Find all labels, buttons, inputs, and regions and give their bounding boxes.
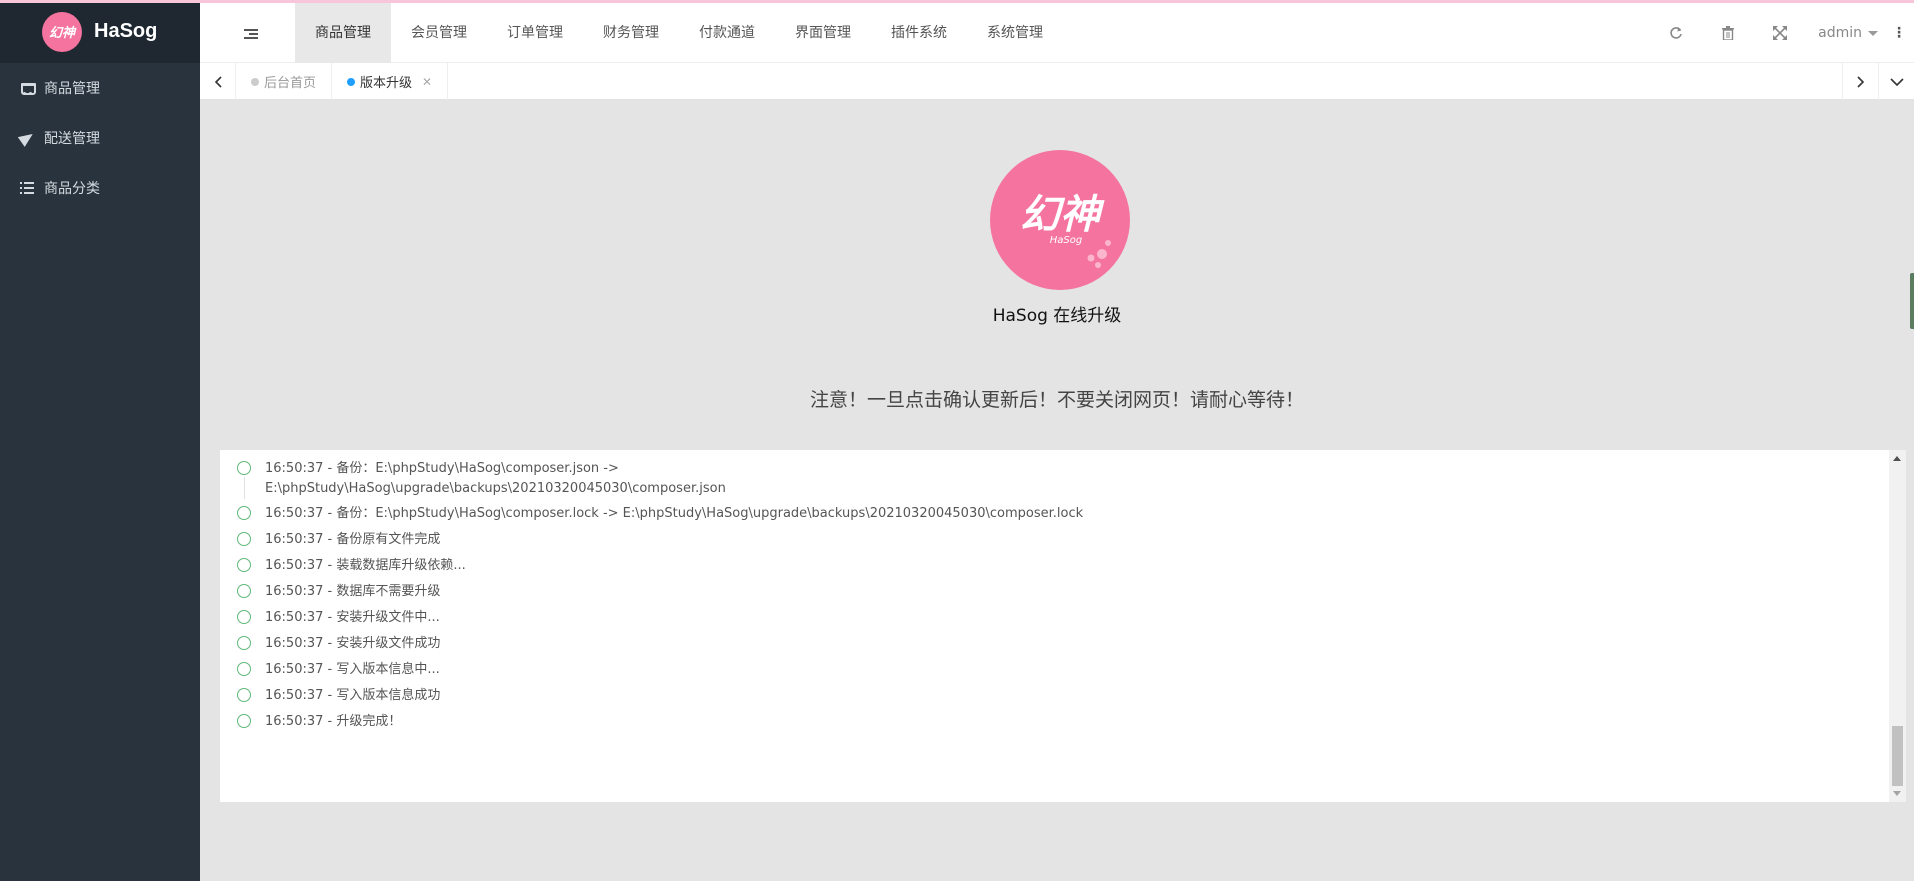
- nav-item-orders[interactable]: 订单管理: [487, 3, 583, 63]
- timeline-circle-icon: [237, 714, 251, 728]
- timeline-circle-icon: [237, 532, 251, 546]
- more-vertical-icon[interactable]: ⋮: [1884, 3, 1914, 63]
- tab-dot: [347, 77, 356, 86]
- nav-item-plugins[interactable]: 插件系统: [871, 3, 967, 63]
- close-icon[interactable]: ✕: [422, 75, 432, 89]
- scroll-up-arrow-icon[interactable]: [1893, 456, 1901, 461]
- timeline-circle-icon: [237, 558, 251, 572]
- top-header: 商品管理 会员管理 订单管理 财务管理 付款通道 界面管理 插件系统 系统管理 …: [200, 3, 1914, 63]
- tab-upgrade[interactable]: 版本升级 ✕: [332, 63, 449, 100]
- tab-home[interactable]: 后台首页: [236, 63, 333, 100]
- menu-toggle-icon[interactable]: [244, 29, 258, 39]
- top-nav: 商品管理 会员管理 订单管理 财务管理 付款通道 界面管理 插件系统 系统管理: [295, 3, 1063, 63]
- logo-subtext: HaSog: [1050, 235, 1082, 246]
- log-scrollbar[interactable]: [1889, 450, 1906, 802]
- log-entry: 16:50:37 - 升级完成！: [220, 712, 1860, 732]
- cart-icon: [20, 81, 36, 95]
- logo-mark-text: 幻神: [1020, 192, 1105, 238]
- user-menu[interactable]: admin: [1806, 25, 1884, 41]
- caret-down-icon: [1868, 30, 1878, 36]
- username: admin: [1818, 25, 1862, 41]
- log-entry-text: 16:50:37 - 数据库不需要升级: [265, 584, 441, 599]
- tabs-scroll-right-button[interactable]: [1842, 63, 1878, 100]
- log-entry: 16:50:37 - 备份：E:\phpStudy\HaSog\composer…: [220, 459, 740, 499]
- trash-icon[interactable]: [1702, 3, 1754, 63]
- nav-item-finance[interactable]: 财务管理: [583, 3, 679, 63]
- brand-logo[interactable]: 幻神 HaSog: [0, 0, 200, 63]
- nav-item-members[interactable]: 会员管理: [391, 3, 487, 63]
- log-entry: 16:50:37 - 安装升级文件中...: [220, 608, 1860, 628]
- timeline-circle-icon: [237, 584, 251, 598]
- sidebar-item-label: 商品分类: [44, 181, 100, 197]
- log-entry: 16:50:37 - 备份原有文件完成: [220, 530, 1860, 550]
- sidebar-item-label: 配送管理: [44, 131, 100, 147]
- log-entry-text: 16:50:37 - 装载数据库升级依赖...: [265, 558, 466, 573]
- nav-item-system[interactable]: 系统管理: [967, 3, 1063, 63]
- log-entry-text: 16:50:37 - 安装升级文件成功: [265, 636, 441, 651]
- log-entry: 16:50:37 - 写入版本信息中...: [220, 660, 1860, 680]
- log-entry: 16:50:37 - 数据库不需要升级: [220, 582, 1860, 602]
- upgrade-logo: 幻神 HaSog: [990, 150, 1130, 290]
- sidebar-item-label: 商品管理: [44, 81, 100, 97]
- sidebar: 幻神 HaSog 商品管理 配送管理 商品分类: [0, 0, 200, 881]
- tab-label: 后台首页: [264, 76, 317, 91]
- tab-label: 版本升级: [360, 76, 413, 91]
- refresh-icon[interactable]: [1650, 3, 1702, 63]
- paper-plane-icon: [20, 131, 34, 145]
- nav-item-interface[interactable]: 界面管理: [775, 3, 871, 63]
- timeline-circle-icon: [237, 688, 251, 702]
- tab-dot: [251, 77, 259, 86]
- upgrade-notice: 注意！一旦点击确认更新后！不要关闭网页！请耐心等待！: [809, 389, 1304, 411]
- sidebar-item-goods[interactable]: 商品管理: [0, 63, 200, 113]
- log-entry-text: 16:50:37 - 备份：E:\phpStudy\HaSog\composer…: [265, 506, 1084, 521]
- log-entry-text: 16:50:37 - 备份：E:\phpStudy\HaSog\composer…: [265, 461, 726, 496]
- upgrade-log-panel: 16:50:37 - 备份：E:\phpStudy\HaSog\composer…: [220, 450, 1906, 802]
- tabs-scroll-left-button[interactable]: [200, 63, 236, 100]
- timeline-circle-icon: [237, 636, 251, 650]
- timeline-line: [244, 477, 245, 499]
- scroll-down-arrow-icon[interactable]: [1893, 791, 1901, 796]
- log-entry-text: 16:50:37 - 写入版本信息成功: [265, 688, 441, 703]
- nav-item-goods[interactable]: 商品管理: [295, 3, 391, 63]
- scroll-thumb[interactable]: [1892, 726, 1903, 786]
- log-entry: 16:50:37 - 装载数据库升级依赖...: [220, 556, 1860, 576]
- log-entry: 16:50:37 - 写入版本信息成功: [220, 686, 1860, 706]
- log-entry: 16:50:37 - 安装升级文件成功: [220, 634, 1860, 654]
- list-icon: [20, 181, 34, 195]
- sidebar-item-category[interactable]: 商品分类: [0, 163, 200, 213]
- main-content: 幻神 HaSog HaSog 在线升级 注意！一旦点击确认更新后！不要关闭网页！…: [200, 101, 1914, 881]
- page-tabs-bar: 后台首页 版本升级 ✕: [200, 63, 1914, 100]
- log-entry-text: 16:50:37 - 备份原有文件完成: [265, 532, 441, 547]
- side-drawer-handle[interactable]: [1910, 273, 1914, 329]
- timeline-circle-icon: [237, 610, 251, 624]
- timeline-circle-icon: [237, 461, 251, 475]
- top-accent-line: [0, 0, 1914, 3]
- sidebar-item-delivery[interactable]: 配送管理: [0, 113, 200, 163]
- log-entry-text: 16:50:37 - 写入版本信息中...: [265, 662, 440, 677]
- nav-item-payment[interactable]: 付款通道: [679, 3, 775, 63]
- timeline-circle-icon: [237, 506, 251, 520]
- timeline-circle-icon: [237, 662, 251, 676]
- log-entry-text: 16:50:37 - 升级完成！: [265, 714, 402, 729]
- log-entry-text: 16:50:37 - 安装升级文件中...: [265, 610, 440, 625]
- tabs-menu-dropdown[interactable]: [1878, 63, 1914, 100]
- log-entry: 16:50:37 - 备份：E:\phpStudy\HaSog\composer…: [220, 504, 1860, 524]
- fullscreen-icon[interactable]: [1754, 3, 1806, 63]
- logo-text: HaSog: [94, 20, 158, 42]
- logo-mark: 幻神: [42, 11, 82, 52]
- page-title: HaSog 在线升级: [992, 306, 1122, 326]
